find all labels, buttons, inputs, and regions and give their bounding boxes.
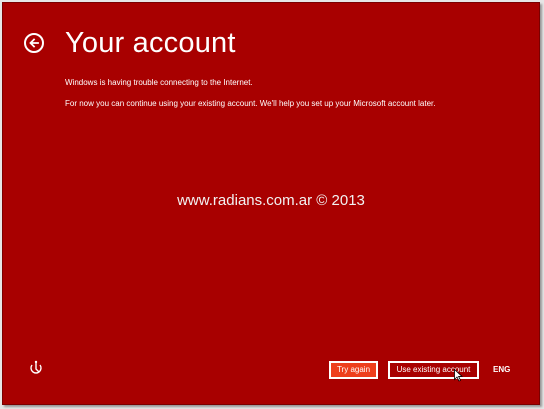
- mouse-pointer-icon: [454, 368, 464, 382]
- back-button[interactable]: [24, 33, 44, 53]
- try-again-button[interactable]: Try again: [329, 361, 378, 379]
- connection-message: Windows is having trouble connecting to …: [65, 78, 253, 87]
- page-title: Your account: [65, 27, 236, 59]
- language-indicator[interactable]: ENG: [493, 365, 510, 375]
- existing-account-message: For now you can continue using your exis…: [65, 99, 436, 108]
- ease-of-access-icon[interactable]: [28, 360, 44, 376]
- use-existing-account-button[interactable]: Use existing account: [388, 361, 479, 379]
- watermark-text: www.radians.com.ar © 2013: [177, 192, 365, 209]
- setup-screen: Your account Windows is having trouble c…: [2, 2, 540, 405]
